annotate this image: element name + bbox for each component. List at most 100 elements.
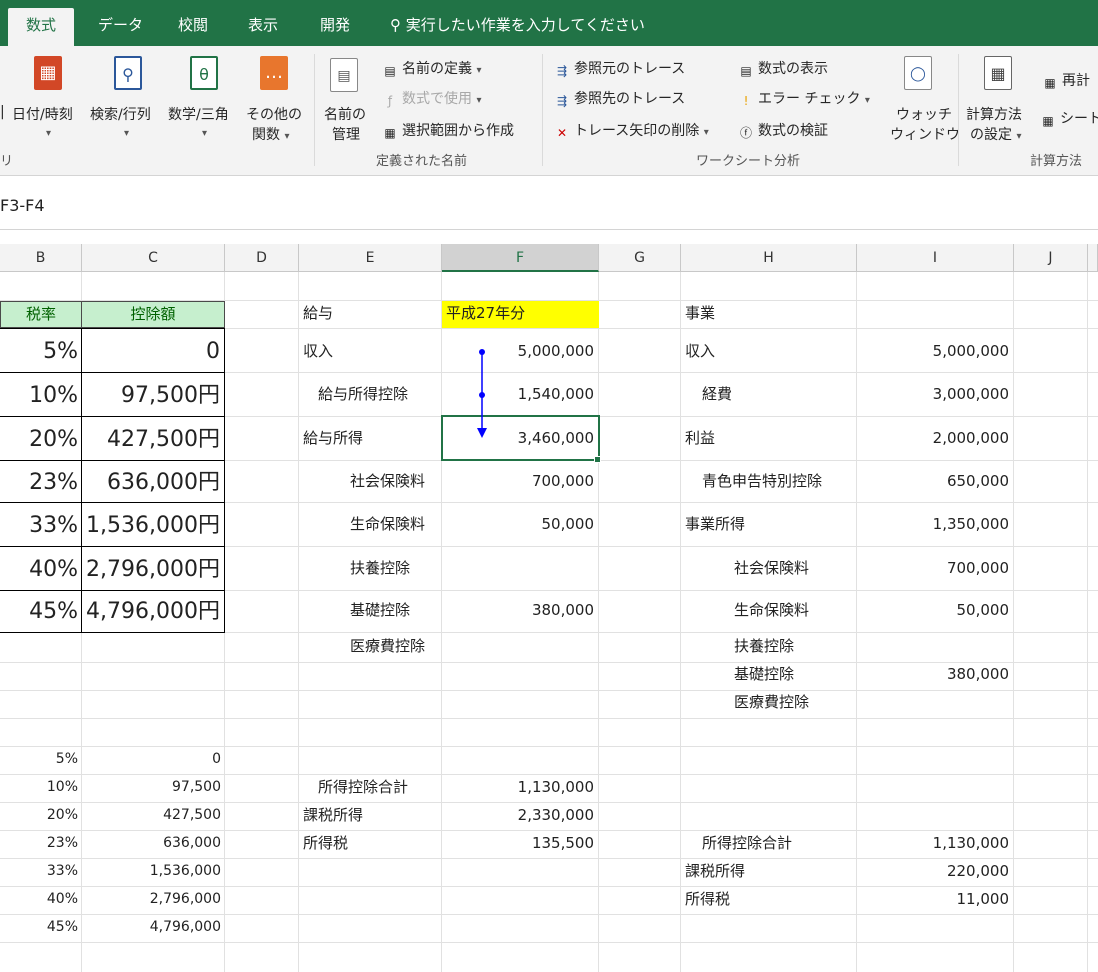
deduction-cell[interactable]: 0 — [82, 341, 220, 363]
rate-cell[interactable]: 33% — [0, 515, 78, 537]
social-insurance-label[interactable]: 社会保険料 — [350, 474, 425, 489]
formula-bar[interactable]: F3-F4 — [0, 186, 1098, 230]
deduction-cell[interactable]: 2,796,000円 — [82, 559, 220, 581]
column-header-g[interactable]: G — [599, 244, 681, 272]
plain-deduction-cell[interactable]: 2,796,000 — [82, 892, 221, 906]
calculate-sheet-button[interactable]: ▦ シート — [1040, 108, 1098, 129]
business-medical-label[interactable]: 医療費控除 — [734, 695, 809, 710]
plain-deduction-cell[interactable]: 4,796,000 — [82, 920, 221, 934]
expense-value[interactable]: 3,000,000 — [857, 387, 1009, 402]
plain-rate-cell[interactable]: 45% — [0, 920, 78, 934]
define-name-button[interactable]: ▤ 名前の定義 ▾ — [382, 58, 481, 79]
column-header-h[interactable]: H — [681, 244, 857, 272]
business-total-deduction-label[interactable]: 所得控除合計 — [702, 836, 792, 851]
rate-cell[interactable]: 23% — [0, 472, 78, 494]
column-header-e[interactable]: E — [299, 244, 442, 272]
income-tax-value[interactable]: 135,500 — [442, 836, 594, 851]
deduction-cell[interactable]: 4,796,000円 — [82, 601, 220, 623]
tell-me-box[interactable]: ⚲ 実行したい作業を入力してください — [390, 8, 645, 42]
column-header-k[interactable] — [1088, 244, 1098, 272]
calculate-now-button[interactable]: ▦ 再計 — [1042, 70, 1090, 91]
trace-precedents-button[interactable]: ⇶ 参照元のトレース — [554, 58, 685, 79]
selected-cell[interactable] — [441, 415, 600, 461]
tab-developer[interactable]: 開発 — [318, 8, 352, 46]
business-social-label[interactable]: 社会保険料 — [734, 561, 809, 576]
calculation-options-button[interactable]: 計算方法 — [966, 104, 1022, 124]
column-header-d[interactable]: D — [225, 244, 299, 272]
salary-deduction-value[interactable]: 1,540,000 — [442, 387, 594, 402]
taxable-income-label[interactable]: 課税所得 — [303, 808, 363, 823]
income-tax-label[interactable]: 所得税 — [303, 836, 348, 851]
salary-deduction-label[interactable]: 給与所得控除 — [318, 387, 408, 402]
profit-label[interactable]: 利益 — [685, 431, 715, 446]
rate-cell[interactable]: 5% — [0, 341, 78, 363]
formula-text[interactable]: F3-F4 — [0, 196, 45, 215]
plain-rate-cell[interactable]: 33% — [0, 864, 78, 878]
expense-label[interactable]: 経費 — [702, 387, 732, 402]
create-from-selection-button[interactable]: ▦ 選択範囲から作成 — [382, 120, 514, 141]
life-insurance-value[interactable]: 50,000 — [442, 517, 595, 532]
tab-review[interactable]: 校閲 — [176, 8, 210, 46]
medical-deduction-label[interactable]: 医療費控除 — [350, 639, 425, 654]
plain-deduction-cell[interactable]: 0 — [82, 752, 221, 766]
business-income-value[interactable]: 5,000,000 — [857, 344, 1009, 359]
salary-income-net-label[interactable]: 給与所得 — [303, 431, 363, 446]
plain-rate-cell[interactable]: 10% — [0, 780, 78, 794]
fill-handle[interactable] — [594, 456, 601, 463]
deduction-cell[interactable]: 1,536,000円 — [82, 515, 220, 537]
total-deduction-value[interactable]: 1,130,000 — [442, 780, 594, 795]
more-functions-button[interactable]: その他の — [246, 104, 302, 124]
plain-deduction-cell[interactable]: 97,500 — [82, 780, 221, 794]
plain-rate-cell[interactable]: 5% — [0, 752, 78, 766]
tab-formulas[interactable]: 数式 — [8, 8, 75, 46]
basic-deduction-value[interactable]: 380,000 — [442, 603, 594, 618]
error-checking-button[interactable]: ! エラー チェック ▾ — [738, 88, 870, 109]
plain-rate-cell[interactable]: 23% — [0, 836, 78, 850]
rate-header-cell[interactable]: 税率 — [0, 301, 82, 328]
column-header-f[interactable]: F — [442, 244, 599, 272]
business-social-value[interactable]: 700,000 — [857, 561, 1009, 576]
blue-return-value[interactable]: 650,000 — [857, 474, 1009, 489]
profit-value[interactable]: 2,000,000 — [857, 431, 1009, 446]
business-taxable-value[interactable]: 220,000 — [857, 864, 1009, 879]
plain-deduction-cell[interactable]: 636,000 — [82, 836, 221, 850]
deduction-cell[interactable]: 427,500円 — [82, 429, 220, 451]
remove-arrows-button[interactable]: ✕ トレース矢印の削除 ▾ — [554, 120, 709, 141]
business-tax-value[interactable]: 11,000 — [857, 892, 1010, 907]
column-header-c[interactable]: C — [82, 244, 225, 272]
plain-deduction-cell[interactable]: 1,536,000 — [82, 864, 221, 878]
plain-rate-cell[interactable]: 40% — [0, 892, 78, 906]
rate-cell[interactable]: 20% — [0, 429, 78, 451]
plain-rate-cell[interactable]: 20% — [0, 808, 78, 822]
business-income-label[interactable]: 収入 — [685, 344, 715, 359]
salary-income-value[interactable]: 5,000,000 — [442, 344, 594, 359]
year-badge-cell[interactable]: 平成27年分 — [442, 301, 599, 328]
business-life-label[interactable]: 生命保険料 — [734, 603, 809, 618]
tab-view[interactable]: 表示 — [246, 8, 280, 46]
business-title[interactable]: 事業 — [685, 306, 715, 321]
rate-cell[interactable]: 45% — [0, 601, 78, 623]
social-insurance-value[interactable]: 700,000 — [442, 474, 594, 489]
tab-data[interactable]: データ — [96, 8, 145, 46]
business-basic-value[interactable]: 380,000 — [857, 667, 1009, 682]
deduction-header-cell[interactable]: 控除額 — [81, 301, 225, 328]
trace-dependents-button[interactable]: ⇶ 参照先のトレース — [554, 88, 685, 109]
rate-cell[interactable]: 40% — [0, 559, 78, 581]
dependent-deduction-label[interactable]: 扶養控除 — [350, 561, 410, 576]
business-basic-label[interactable]: 基礎控除 — [734, 667, 794, 682]
basic-deduction-label[interactable]: 基礎控除 — [350, 603, 410, 618]
watch-window-button[interactable]: ウォッチ — [896, 104, 952, 124]
rate-cell[interactable]: 10% — [0, 385, 78, 407]
evaluate-formula-button[interactable]: ⓕ 数式の検証 — [738, 120, 828, 141]
business-tax-label[interactable]: 所得税 — [685, 892, 730, 907]
date-time-button[interactable]: 日付/時刻 — [12, 104, 73, 124]
show-formulas-button[interactable]: ▤ 数式の表示 — [738, 58, 828, 79]
business-taxable-label[interactable]: 課税所得 — [685, 864, 745, 879]
business-total-deduction-value[interactable]: 1,130,000 — [857, 836, 1009, 851]
lookup-button[interactable]: 検索/行列 — [90, 104, 151, 124]
salary-income-label[interactable]: 収入 — [303, 344, 333, 359]
math-button[interactable]: 数学/三角 — [168, 104, 229, 124]
deduction-cell[interactable]: 97,500円 — [82, 385, 220, 407]
business-income-net-label[interactable]: 事業所得 — [685, 517, 745, 532]
column-header-b[interactable]: B — [0, 244, 82, 272]
